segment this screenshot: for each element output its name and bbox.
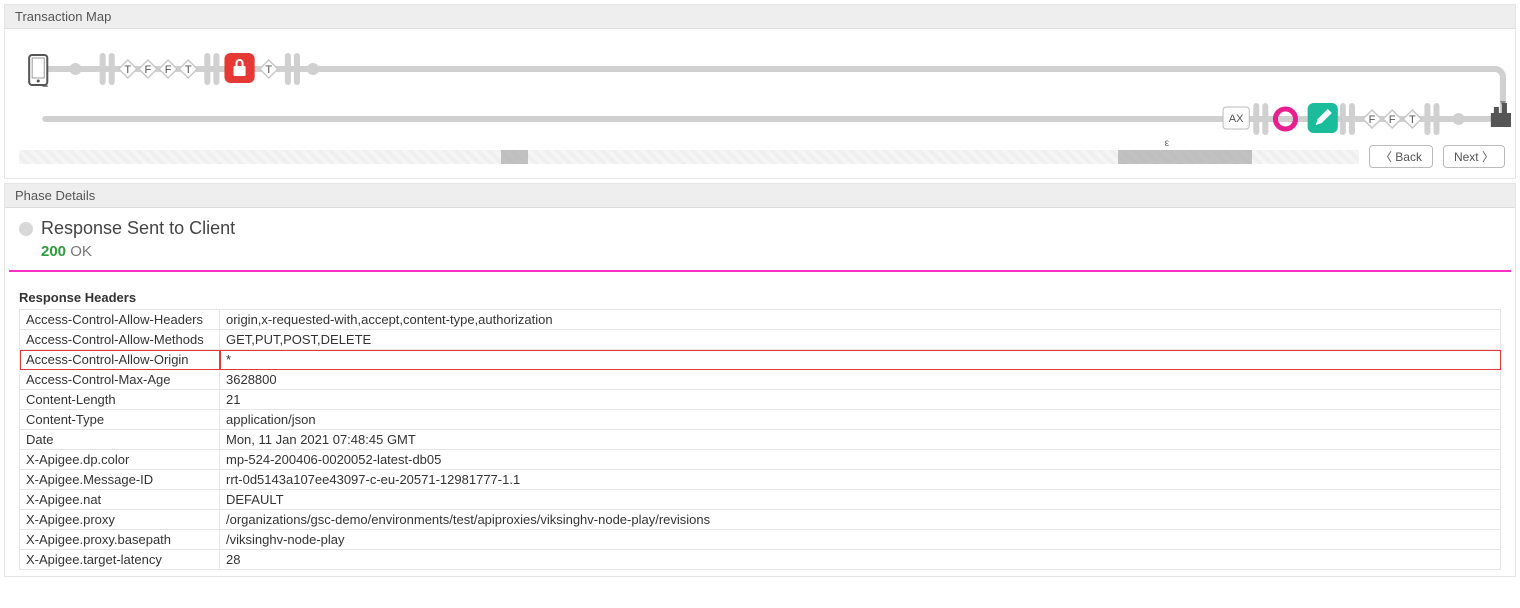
- header-row: Access-Control-Allow-MethodsGET,PUT,POST…: [20, 330, 1501, 350]
- header-row: Access-Control-Allow-Origin*: [20, 350, 1501, 370]
- lock-node-icon[interactable]: [224, 53, 254, 83]
- svg-text:T: T: [1409, 114, 1416, 126]
- header-value: Mon, 11 Jan 2021 07:48:45 GMT: [220, 430, 1501, 450]
- edit-node-icon[interactable]: [1308, 103, 1338, 133]
- svg-text:T: T: [124, 64, 131, 76]
- policy-diamond[interactable]: T: [119, 60, 137, 78]
- svg-text:F: F: [145, 64, 152, 76]
- header-key: Date: [20, 430, 220, 450]
- header-row: Access-Control-Max-Age3628800: [20, 370, 1501, 390]
- policy-diamond[interactable]: F: [159, 60, 177, 78]
- header-key: X-Apigee.dp.color: [20, 450, 220, 470]
- header-key: Access-Control-Allow-Headers: [20, 310, 220, 330]
- policy-diamond[interactable]: T: [260, 60, 278, 78]
- header-key: Access-Control-Allow-Methods: [20, 330, 220, 350]
- svg-text:T: T: [185, 64, 192, 76]
- header-key: Content-Length: [20, 390, 220, 410]
- svg-text:T: T: [265, 64, 272, 76]
- header-value: origin,x-requested-with,accept,content-t…: [220, 310, 1501, 330]
- header-key: Access-Control-Max-Age: [20, 370, 220, 390]
- header-row: X-Apigee.Message-IDrrt-0d5143a107ee43097…: [20, 470, 1501, 490]
- header-value: /viksinghv-node-play: [220, 530, 1501, 550]
- flow-dot[interactable]: [307, 63, 319, 75]
- header-value: *: [220, 350, 1501, 370]
- transaction-map-title: Transaction Map: [5, 5, 1515, 29]
- header-row: X-Apigee.target-latency28: [20, 550, 1501, 570]
- status-text: OK: [70, 243, 92, 260]
- status-line: 200 OK: [5, 239, 1515, 270]
- header-row: X-Apigee.dp.colormp-524-200406-0020052-l…: [20, 450, 1501, 470]
- header-value: 3628800: [220, 370, 1501, 390]
- response-headers-title: Response Headers: [19, 290, 1501, 305]
- header-value: mp-524-200406-0020052-latest-db05: [220, 450, 1501, 470]
- client-icon[interactable]: [29, 55, 47, 85]
- header-key: X-Apigee.nat: [20, 490, 220, 510]
- next-button[interactable]: Next 〉: [1443, 145, 1505, 168]
- svg-text:AX: AX: [1229, 113, 1244, 125]
- svg-text:F: F: [165, 64, 172, 76]
- flow-dot[interactable]: [1453, 113, 1465, 125]
- header-key: Access-Control-Allow-Origin: [20, 350, 220, 370]
- header-key: X-Apigee.target-latency: [20, 550, 220, 570]
- svg-text:F: F: [1389, 114, 1396, 126]
- timeline-bar[interactable]: ε: [19, 150, 1359, 164]
- header-value: application/json: [220, 410, 1501, 430]
- header-value: GET,PUT,POST,DELETE: [220, 330, 1501, 350]
- header-value: rrt-0d5143a107ee43097-c-eu-20571-1298177…: [220, 470, 1501, 490]
- header-row: Content-Length21: [20, 390, 1501, 410]
- header-value: DEFAULT: [220, 490, 1501, 510]
- status-code: 200: [41, 243, 66, 260]
- svg-text:F: F: [1369, 114, 1376, 126]
- back-button[interactable]: 〈 Back: [1369, 145, 1433, 168]
- response-headers-table: Access-Control-Allow-Headersorigin,x-req…: [19, 309, 1501, 570]
- header-value: /organizations/gsc-demo/environments/tes…: [220, 510, 1501, 530]
- header-row: X-Apigee.proxy/organizations/gsc-demo/en…: [20, 510, 1501, 530]
- policy-diamond[interactable]: F: [1363, 110, 1381, 128]
- header-key: Content-Type: [20, 410, 220, 430]
- flow-dot[interactable]: [69, 63, 81, 75]
- transaction-map-panel: Transaction Map T F F T: [4, 4, 1516, 179]
- phase-details-title: Phase Details: [5, 184, 1515, 208]
- header-row: Access-Control-Allow-Headersorigin,x-req…: [20, 310, 1501, 330]
- policy-diamond[interactable]: F: [139, 60, 157, 78]
- header-row: Content-Typeapplication/json: [20, 410, 1501, 430]
- header-key: X-Apigee.proxy.basepath: [20, 530, 220, 550]
- response-headers-section: Response Headers Access-Control-Allow-He…: [5, 272, 1515, 576]
- header-row: DateMon, 11 Jan 2021 07:48:45 GMT: [20, 430, 1501, 450]
- transaction-map-body: T F F T T: [5, 29, 1515, 139]
- policy-diamond[interactable]: F: [1383, 110, 1401, 128]
- header-key: X-Apigee.Message-ID: [20, 470, 220, 490]
- policy-diamond[interactable]: T: [179, 60, 197, 78]
- timeline-row: ε 〈 Back Next 〉: [5, 139, 1515, 178]
- header-value: 21: [220, 390, 1501, 410]
- header-row: X-Apigee.proxy.basepath/viksinghv-node-p…: [20, 530, 1501, 550]
- phase-details-panel: Phase Details Response Sent to Client 20…: [4, 183, 1516, 577]
- header-row: X-Apigee.natDEFAULT: [20, 490, 1501, 510]
- timeline-marker: ε: [1165, 138, 1169, 149]
- header-key: X-Apigee.proxy: [20, 510, 220, 530]
- ax-node[interactable]: AX: [1223, 107, 1249, 129]
- flow-svg: T F F T T: [5, 29, 1515, 139]
- header-value: 28: [220, 550, 1501, 570]
- phase-dot-icon: [19, 222, 33, 236]
- policy-diamond[interactable]: T: [1403, 110, 1421, 128]
- phase-title-row: Response Sent to Client: [5, 214, 1515, 239]
- phase-name: Response Sent to Client: [41, 218, 235, 239]
